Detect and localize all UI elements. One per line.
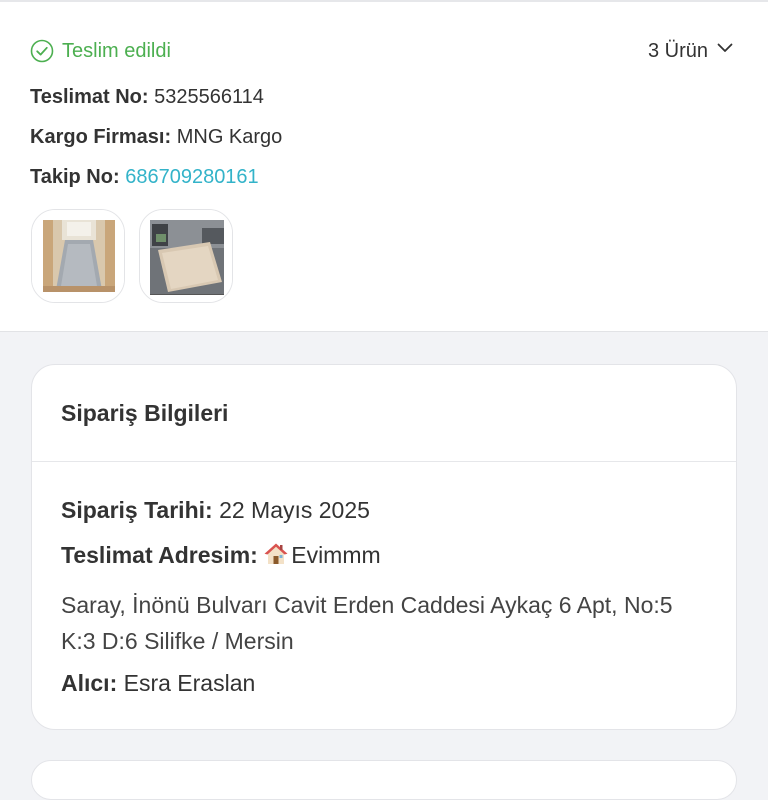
carrier-row: Kargo Firması: MNG Kargo bbox=[30, 126, 282, 149]
address-text: Saray, İnönü Bulvarı Cavit Erden Caddesi… bbox=[61, 592, 673, 654]
product-thumbnail-2[interactable] bbox=[139, 209, 233, 303]
product-thumbnail-1[interactable] bbox=[31, 209, 125, 303]
delivery-address-label: Teslimat Adresim: bbox=[61, 542, 258, 568]
chevron-down-icon bbox=[716, 39, 734, 63]
carrier-label: Kargo Firması: bbox=[30, 126, 172, 148]
order-date-label: Sipariş Tarihi: bbox=[61, 497, 213, 523]
order-date-row: Sipariş Tarihi: 22 Mayıs 2025 bbox=[61, 497, 370, 524]
delivery-number-value: 5325566114 bbox=[154, 86, 264, 108]
order-info-card: Sipariş Bilgileri Sipariş Tarihi: 22 May… bbox=[31, 364, 737, 730]
delivery-status: Teslim edildi bbox=[30, 38, 171, 64]
shipment-card: Teslim edildi 3 Ürün Teslimat No: 532556… bbox=[0, 0, 768, 332]
tracking-label: Takip No: bbox=[30, 166, 120, 188]
order-date-value: 22 Mayıs 2025 bbox=[219, 497, 370, 523]
tracking-number-link[interactable]: 686709280161 bbox=[125, 166, 258, 188]
house-icon bbox=[264, 542, 288, 572]
delivery-number-label: Teslimat No: bbox=[30, 86, 149, 108]
address-name: Evimmm bbox=[291, 542, 381, 568]
delivery-address-row: Teslimat Adresim: Evimmm bbox=[61, 542, 381, 572]
recipient-value: Esra Eraslan bbox=[123, 670, 256, 696]
order-info-header: Sipariş Bilgileri bbox=[32, 365, 736, 462]
items-count-toggle[interactable]: 3 Ürün bbox=[648, 38, 734, 64]
tracking-row: Takip No: 686709280161 bbox=[30, 166, 259, 189]
carrier-value: MNG Kargo bbox=[176, 126, 283, 148]
delivery-number-row: Teslimat No: 5325566114 bbox=[30, 86, 264, 109]
recipient-label: Alıcı: bbox=[61, 670, 118, 696]
next-section-card bbox=[31, 760, 737, 800]
recipient-row: Alıcı: Esra Eraslan bbox=[61, 670, 255, 697]
order-info-title: Sipariş Bilgileri bbox=[61, 399, 229, 426]
check-circle-icon bbox=[30, 39, 54, 63]
status-label: Teslim edildi bbox=[62, 39, 171, 62]
items-count-label: 3 Ürün bbox=[647, 39, 708, 62]
